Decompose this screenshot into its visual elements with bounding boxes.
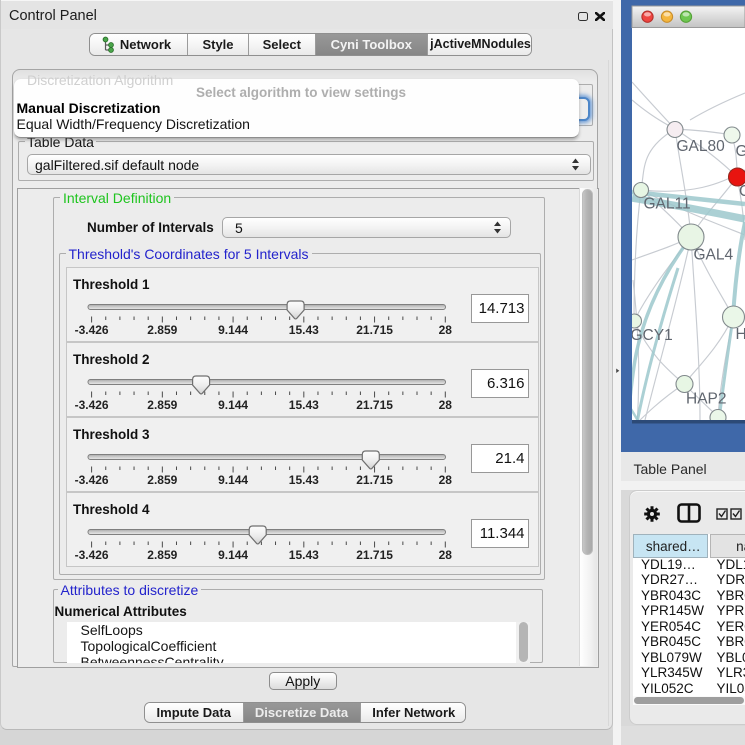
svg-text:CYC8: CYC8 (739, 183, 745, 200)
svg-text:GCY1: GCY1 (631, 327, 673, 344)
svg-text:GAL11: GAL11 (644, 196, 691, 213)
svg-text:H: H (736, 326, 745, 343)
svg-text:GAL7: GAL7 (736, 143, 745, 160)
svg-text:GAL4: GAL4 (694, 247, 734, 264)
svg-text:HAP2: HAP2 (686, 391, 727, 408)
svg-text:GAL80: GAL80 (677, 138, 726, 155)
